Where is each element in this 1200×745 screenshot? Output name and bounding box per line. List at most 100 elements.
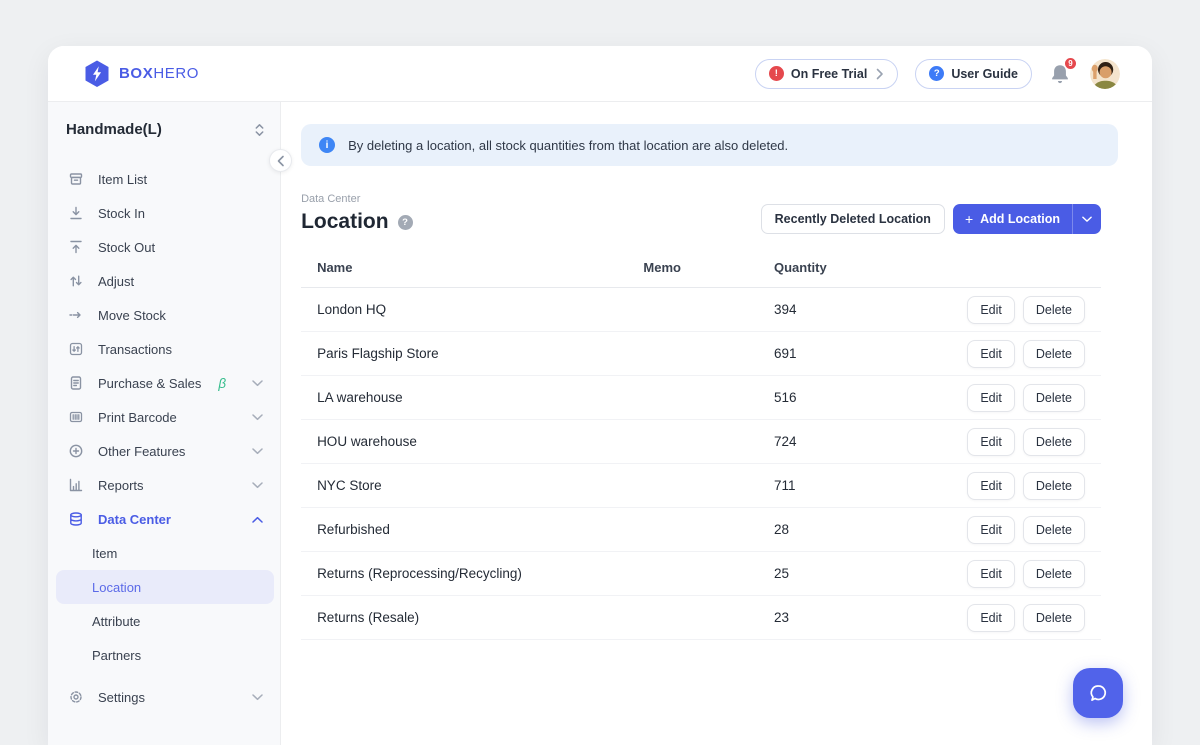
location-name: LA warehouse (317, 390, 643, 405)
chevron-up-icon (252, 516, 263, 523)
delete-button[interactable]: Delete (1023, 428, 1085, 456)
location-name: Returns (Reprocessing/Recycling) (317, 566, 643, 581)
sidebar-item-partners[interactable]: Partners (56, 638, 274, 672)
user-avatar[interactable] (1090, 59, 1120, 89)
edit-button[interactable]: Edit (967, 340, 1015, 368)
stock-out-icon (68, 239, 85, 255)
delete-button[interactable]: Delete (1023, 384, 1085, 412)
sidebar-item-transactions[interactable]: Transactions (48, 332, 280, 366)
column-header-name: Name (317, 260, 643, 275)
sidebar-item-stock-in[interactable]: Stock In (48, 196, 280, 230)
location-name: NYC Store (317, 478, 643, 493)
sidebar-item-location[interactable]: Location (56, 570, 274, 604)
move-stock-icon (68, 307, 85, 323)
edit-button[interactable]: Edit (967, 604, 1015, 632)
boxhero-hexagon-icon (84, 60, 110, 88)
location-quantity: 724 (774, 434, 935, 449)
location-table: Name Memo Quantity London HQ 394 Edit De… (301, 258, 1101, 640)
sidebar-item-settings[interactable]: Settings (48, 680, 280, 714)
location-name: Returns (Resale) (317, 610, 643, 625)
help-icon[interactable]: ? (398, 215, 413, 230)
chevron-down-icon (252, 694, 263, 701)
location-name: London HQ (317, 302, 643, 317)
sidebar-item-label: Data Center (98, 512, 171, 527)
plus-circle-icon (68, 443, 85, 459)
chevron-left-icon (276, 155, 285, 167)
table-row: HOU warehouse 724 Edit Delete (301, 420, 1101, 464)
bar-chart-icon (68, 477, 85, 493)
page-header-actions: Recently Deleted Location + Add Location (761, 204, 1101, 234)
table-row: Returns (Reprocessing/Recycling) 25 Edit… (301, 552, 1101, 596)
delete-button[interactable]: Delete (1023, 516, 1085, 544)
table-row: LA warehouse 516 Edit Delete (301, 376, 1101, 420)
sidebar-item-label: Move Stock (98, 308, 166, 323)
plus-icon: + (965, 211, 973, 227)
question-icon: ? (929, 66, 944, 81)
page-header-left: Data Center Location ? (301, 193, 413, 234)
table-row: London HQ 394 Edit Delete (301, 288, 1101, 332)
edit-button[interactable]: Edit (967, 296, 1015, 324)
sidebar-item-reports[interactable]: Reports (48, 468, 280, 502)
page-header: Data Center Location ? Recently Deleted … (301, 193, 1101, 234)
chevron-down-icon (252, 448, 263, 455)
sidebar-item-label: Adjust (98, 274, 134, 289)
table-row: Paris Flagship Store 691 Edit Delete (301, 332, 1101, 376)
edit-button[interactable]: Edit (967, 560, 1015, 588)
delete-button[interactable]: Delete (1023, 472, 1085, 500)
add-location-button[interactable]: + Add Location (953, 204, 1101, 234)
sidebar-item-move-stock[interactable]: Move Stock (48, 298, 280, 332)
sidebar-item-attribute[interactable]: Attribute (56, 604, 274, 638)
chevron-down-icon (252, 482, 263, 489)
app-body: Handmade(L) Item List Stock In (48, 102, 1152, 745)
workspace-switcher[interactable]: Handmade(L) (48, 121, 280, 138)
sidebar-item-item[interactable]: Item (56, 536, 274, 570)
sidebar-item-adjust[interactable]: Adjust (48, 264, 280, 298)
notifications-button[interactable]: 9 (1049, 62, 1073, 86)
chevron-down-icon[interactable] (1073, 204, 1101, 234)
sidebar-item-other-features[interactable]: Other Features (48, 434, 280, 468)
edit-button[interactable]: Edit (967, 472, 1015, 500)
location-quantity: 711 (774, 478, 935, 493)
location-name: Paris Flagship Store (317, 346, 643, 361)
boxhero-wordmark: BOXHERO (119, 65, 199, 82)
edit-button[interactable]: Edit (967, 384, 1015, 412)
add-location-label: Add Location (980, 212, 1060, 226)
location-quantity: 28 (774, 522, 935, 537)
sidebar-item-print-barcode[interactable]: Print Barcode (48, 400, 280, 434)
location-name: Refurbished (317, 522, 643, 537)
sidebar-item-stock-out[interactable]: Stock Out (48, 230, 280, 264)
free-trial-label: On Free Trial (791, 67, 867, 81)
info-banner: i By deleting a location, all stock quan… (301, 124, 1118, 166)
app-window: BOXHERO ! On Free Trial ? User Guide (48, 46, 1152, 745)
location-quantity: 691 (774, 346, 935, 361)
edit-button[interactable]: Edit (967, 516, 1015, 544)
chat-widget-button[interactable] (1073, 668, 1123, 718)
free-trial-button[interactable]: ! On Free Trial (755, 59, 898, 89)
breadcrumb: Data Center (301, 193, 413, 205)
beta-badge: β (218, 376, 226, 391)
sidebar-item-label: Other Features (98, 444, 185, 459)
sidebar-item-label: Print Barcode (98, 410, 177, 425)
delete-button[interactable]: Delete (1023, 296, 1085, 324)
table-row: Returns (Resale) 23 Edit Delete (301, 596, 1101, 640)
sidebar-item-label: Stock Out (98, 240, 155, 255)
adjust-icon (68, 273, 85, 289)
edit-button[interactable]: Edit (967, 428, 1015, 456)
sidebar-item-purchase-sales[interactable]: Purchase & Sales β (48, 366, 280, 400)
boxhero-logo[interactable]: BOXHERO (84, 60, 199, 88)
delete-button[interactable]: Delete (1023, 340, 1085, 368)
delete-button[interactable]: Delete (1023, 604, 1085, 632)
table-row: NYC Store 711 Edit Delete (301, 464, 1101, 508)
database-icon (68, 511, 85, 527)
sidebar-item-item-list[interactable]: Item List (48, 162, 280, 196)
chevron-right-icon (876, 68, 884, 80)
sidebar-item-data-center[interactable]: Data Center (48, 502, 280, 536)
chevron-down-icon (252, 380, 263, 387)
sidebar-item-label: Transactions (98, 342, 172, 357)
collapse-sidebar-button[interactable] (269, 149, 292, 172)
recently-deleted-location-button[interactable]: Recently Deleted Location (761, 204, 945, 234)
delete-button[interactable]: Delete (1023, 560, 1085, 588)
stock-in-icon (68, 205, 85, 221)
sort-arrows-icon (254, 123, 265, 137)
user-guide-button[interactable]: ? User Guide (915, 59, 1032, 89)
